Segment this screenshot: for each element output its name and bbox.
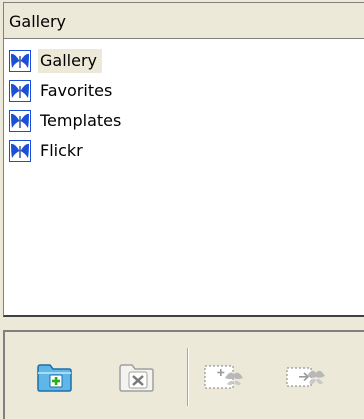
add-to-gallery-icon — [204, 365, 243, 389]
butterfly-icon — [9, 50, 31, 72]
delete-folder-button[interactable] — [117, 356, 159, 398]
panel-title: Gallery — [9, 12, 66, 31]
tree-item-label: Gallery — [38, 49, 102, 73]
add-to-gallery-button[interactable] — [203, 356, 245, 398]
tree-item-flickr[interactable]: Flickr — [4, 135, 364, 165]
butterfly-icon — [9, 110, 31, 132]
tree-item-gallery[interactable]: Gallery — [4, 45, 364, 75]
add-folder-button[interactable] — [35, 356, 77, 398]
add-to-favorites-button[interactable] — [285, 356, 327, 398]
gallery-tree[interactable]: Gallery Favorites Templates Flickr — [4, 45, 364, 165]
tree-item-label: Favorites — [40, 81, 113, 100]
tree-item-label: Templates — [40, 111, 122, 130]
gallery-toolbar — [3, 330, 364, 419]
tree-item-label: Flickr — [40, 141, 83, 160]
folder-delete-icon — [119, 364, 154, 392]
add-to-favorites-icon — [286, 367, 325, 387]
tree-item-favorites[interactable]: Favorites — [4, 75, 364, 105]
gallery-panel: Gallery Gallery Favorites Templates Flic… — [3, 2, 364, 317]
folder-add-icon — [37, 364, 72, 392]
panel-splitter[interactable] — [0, 317, 364, 329]
butterfly-icon — [9, 80, 31, 102]
butterfly-icon — [9, 140, 31, 162]
tree-item-templates[interactable]: Templates — [4, 105, 364, 135]
panel-header: Gallery — [4, 3, 364, 39]
toolbar-separator — [187, 348, 189, 406]
